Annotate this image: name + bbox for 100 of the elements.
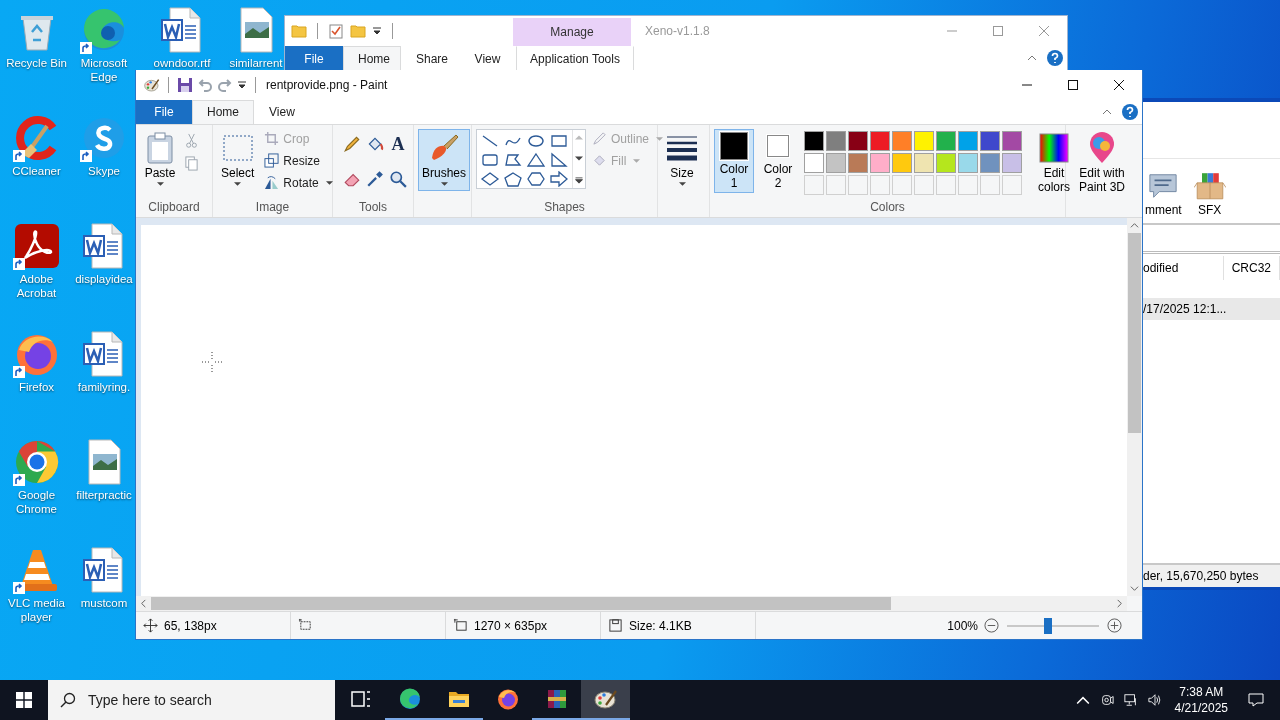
horizontal-scrollbar[interactable] — [136, 596, 1127, 612]
palette-swatch[interactable] — [848, 130, 868, 151]
select-button[interactable]: Select — [217, 128, 259, 191]
toolbar-button[interactable]: mment — [1145, 171, 1182, 217]
rotate-icon — [264, 175, 280, 191]
zoom-level: 100% — [947, 618, 978, 633]
save-icon — [608, 618, 623, 633]
arrow-icon[interactable] — [549, 170, 569, 187]
toolbar-button[interactable]: SFX — [1193, 171, 1226, 217]
icon-label: Skype — [88, 164, 120, 178]
palette-swatch[interactable] — [826, 130, 846, 151]
paste-button[interactable]: Paste — [140, 128, 180, 191]
scroll-down-icon[interactable] — [575, 155, 583, 163]
text-tool[interactable]: A — [389, 134, 407, 153]
icon-label: displayidea — [75, 272, 133, 286]
expand-gallery-icon[interactable] — [575, 176, 583, 184]
brushes-button[interactable]: Brushes — [418, 128, 471, 191]
comment-icon — [1147, 171, 1180, 201]
hexagon-icon[interactable] — [526, 170, 546, 187]
shapes-gallery[interactable] — [476, 128, 586, 189]
camera-icon[interactable] — [1099, 693, 1114, 707]
palette-swatch[interactable] — [914, 130, 934, 151]
pencil-icon — [592, 131, 607, 147]
zoom-out-icon[interactable] — [984, 618, 999, 633]
palette-swatch[interactable] — [914, 152, 934, 173]
network-icon[interactable] — [1123, 693, 1138, 707]
notifications-icon[interactable] — [1248, 692, 1264, 708]
resize-button[interactable]: Resize — [262, 150, 335, 171]
ribbon-tab[interactable]: View — [459, 46, 516, 70]
scrollbar-thumb[interactable] — [1128, 232, 1141, 433]
palette-swatch[interactable] — [936, 130, 956, 151]
ribbon-tab[interactable]: View — [254, 100, 310, 124]
help-icon[interactable] — [1122, 103, 1138, 120]
column-header[interactable]: CRC32 — [1223, 256, 1280, 280]
palette-swatch[interactable] — [958, 130, 978, 151]
palette-swatch[interactable] — [980, 130, 1000, 151]
collapse-ribbon-icon[interactable] — [1102, 108, 1112, 115]
slider-thumb[interactable] — [1044, 617, 1053, 634]
taskbar-button[interactable] — [581, 680, 630, 720]
volume-icon[interactable] — [1147, 693, 1162, 707]
caret-icon[interactable] — [237, 80, 247, 90]
status-text: der, 15,670,250 bytes — [1143, 569, 1259, 583]
group-label: Colors — [869, 198, 906, 216]
clock[interactable]: 7:38 AM 4/21/2025 — [1166, 680, 1236, 720]
file-tab[interactable]: File — [285, 46, 343, 70]
rectangle-icon[interactable] — [549, 132, 569, 149]
help-icon[interactable] — [1047, 50, 1063, 66]
edge-icon[interactable] — [397, 687, 422, 711]
ribbon-tab[interactable]: Share — [401, 46, 459, 70]
scroll-left-icon[interactable] — [139, 599, 148, 609]
search-field[interactable]: Type here to search — [48, 680, 335, 720]
palette-swatch[interactable] — [870, 152, 890, 173]
palette-swatch[interactable] — [1002, 130, 1022, 151]
scrollbar-thumb[interactable] — [151, 597, 891, 611]
color-2-button[interactable]: Color 2 — [758, 128, 798, 193]
palette-swatch[interactable] — [870, 130, 890, 151]
caret-icon — [678, 181, 686, 186]
properties-icon[interactable] — [328, 23, 344, 39]
palette-swatch[interactable] — [980, 152, 1000, 173]
diamond-icon[interactable] — [480, 170, 500, 187]
polygon-icon[interactable] — [503, 151, 523, 168]
ribbon-tab[interactable]: Home — [192, 100, 254, 124]
icon-label: filterpractic — [76, 488, 132, 502]
file-row[interactable]: /17/2025 12:1... — [1143, 298, 1280, 320]
rotate-button[interactable]: Rotate — [262, 172, 335, 193]
caret-icon — [440, 181, 448, 186]
file-tab[interactable]: File — [136, 100, 192, 124]
palette-swatch[interactable] — [804, 130, 824, 151]
save-icon[interactable] — [177, 77, 193, 93]
palette-swatch[interactable] — [804, 152, 824, 173]
group-label: Image — [254, 198, 291, 216]
ribbon-tab[interactable]: Home — [343, 46, 401, 70]
palette-swatch[interactable] — [892, 152, 912, 173]
search-input[interactable]: Type here to search — [86, 691, 320, 709]
crosshair-cursor-icon — [202, 351, 222, 372]
collapse-ribbon-icon[interactable] — [1027, 55, 1037, 61]
color-1-button[interactable]: Color 1 — [714, 128, 754, 193]
palette-swatch[interactable] — [1002, 152, 1022, 173]
move-cursor-icon — [143, 618, 158, 633]
magnifier-icon[interactable] — [389, 169, 407, 188]
color-picker-icon[interactable] — [366, 169, 384, 188]
palette-swatch[interactable] — [936, 152, 956, 173]
pentagon-icon[interactable] — [503, 170, 523, 187]
icon-label: Microsoft Edge — [79, 56, 129, 84]
palette-swatch[interactable] — [892, 130, 912, 151]
palette-swatch[interactable] — [826, 152, 846, 173]
scroll-right-icon[interactable] — [1115, 599, 1124, 609]
palette-swatch[interactable] — [958, 152, 978, 173]
pencil-icon[interactable] — [343, 134, 361, 153]
icon-label: Google Chrome — [15, 488, 58, 516]
caret-icon[interactable] — [372, 26, 382, 36]
right-triangle-icon[interactable] — [549, 151, 569, 168]
vertical-scrollbar[interactable] — [1127, 217, 1142, 597]
scroll-up-icon[interactable] — [1130, 220, 1139, 230]
triangle-icon[interactable] — [526, 151, 546, 168]
zoom-in-icon[interactable] — [1107, 618, 1122, 633]
windows-logo-icon — [16, 692, 32, 708]
resize-icon — [264, 153, 280, 169]
firefox-icon[interactable] — [495, 687, 520, 711]
palette-swatch[interactable] — [848, 152, 868, 173]
